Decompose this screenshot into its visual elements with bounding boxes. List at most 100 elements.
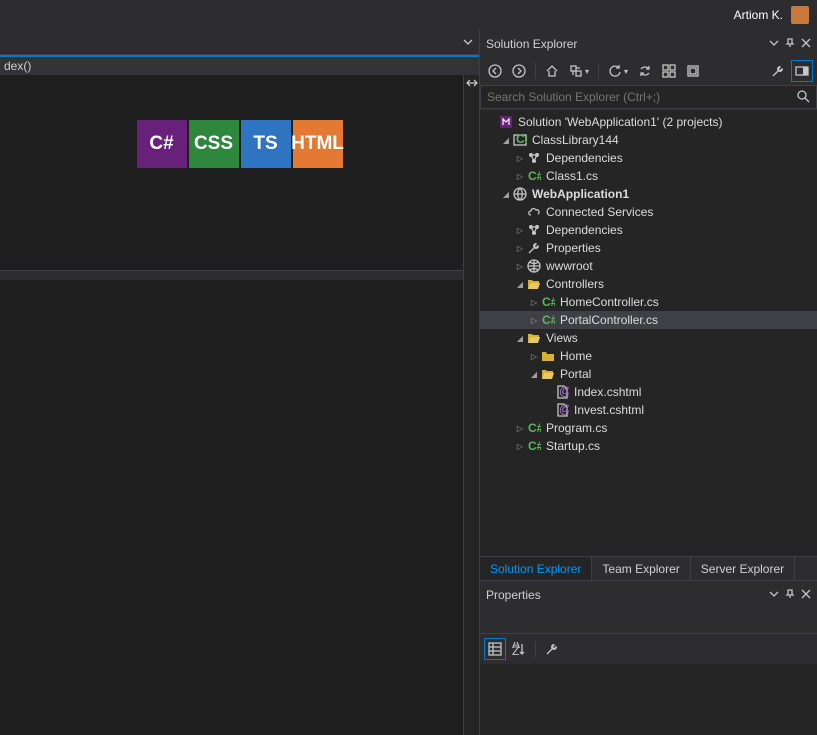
avatar[interactable] bbox=[791, 6, 809, 24]
expand-icon[interactable] bbox=[514, 441, 526, 452]
node-portalcontroller[interactable]: PortalController.cs bbox=[480, 311, 817, 329]
globe-icon bbox=[526, 258, 542, 274]
properties-body bbox=[480, 664, 817, 735]
csproj-icon bbox=[512, 132, 528, 148]
folder-icon bbox=[540, 348, 556, 364]
show-all-files-button[interactable] bbox=[682, 60, 704, 82]
property-pages-button[interactable] bbox=[541, 638, 563, 660]
scope-dropdown-icon[interactable]: ▾ bbox=[585, 67, 589, 76]
panel-position-dropdown-icon[interactable] bbox=[769, 37, 779, 51]
language-tiles: C# CSS TS HTML bbox=[137, 120, 343, 168]
categorized-button[interactable] bbox=[484, 638, 506, 660]
properties-toolbar bbox=[480, 634, 817, 664]
node-properties[interactable]: Properties bbox=[480, 239, 817, 257]
scope-button[interactable] bbox=[565, 60, 587, 82]
pin-icon[interactable] bbox=[785, 588, 795, 602]
back-button[interactable] bbox=[484, 60, 506, 82]
node-views-portal[interactable]: Portal bbox=[480, 365, 817, 383]
forward-button[interactable] bbox=[508, 60, 530, 82]
expand-icon[interactable] bbox=[528, 369, 540, 380]
pin-icon[interactable] bbox=[785, 37, 795, 51]
preview-selected-button[interactable] bbox=[791, 60, 813, 82]
tab-solution-explorer[interactable]: Solution Explorer bbox=[480, 557, 592, 580]
home-button[interactable] bbox=[541, 60, 563, 82]
node-connected-services[interactable]: Connected Services bbox=[480, 203, 817, 221]
wrench-icon bbox=[526, 240, 542, 256]
expand-icon[interactable] bbox=[500, 189, 512, 200]
properties-object-strip[interactable] bbox=[480, 608, 817, 634]
cs-file-icon bbox=[540, 294, 556, 310]
expand-icon[interactable] bbox=[514, 243, 526, 254]
node-program[interactable]: Program.cs bbox=[480, 419, 817, 437]
node-invest-cshtml[interactable]: Invest.cshtml bbox=[480, 401, 817, 419]
expand-icon[interactable] bbox=[514, 423, 526, 434]
expand-icon[interactable] bbox=[528, 315, 540, 326]
solution-explorer-tree[interactable]: Solution 'WebApplication1' (2 projects) … bbox=[480, 111, 817, 556]
expand-icon[interactable] bbox=[528, 351, 540, 362]
tab-server-explorer[interactable]: Server Explorer bbox=[691, 557, 795, 580]
node-controllers[interactable]: Controllers bbox=[480, 275, 817, 293]
solution-explorer-search[interactable] bbox=[480, 85, 817, 109]
webproj-icon bbox=[512, 186, 528, 202]
node-classlibrary[interactable]: ClassLibrary144 bbox=[480, 131, 817, 149]
expand-icon[interactable] bbox=[514, 153, 526, 164]
split-handle-icon[interactable] bbox=[464, 75, 479, 91]
connected-services-icon bbox=[526, 204, 542, 220]
solution-icon bbox=[498, 114, 514, 130]
node-homecontroller[interactable]: HomeController.cs bbox=[480, 293, 817, 311]
editor-splitter[interactable] bbox=[0, 270, 463, 280]
node-solution[interactable]: Solution 'WebApplication1' (2 projects) bbox=[480, 113, 817, 131]
refresh-button[interactable] bbox=[604, 60, 626, 82]
alphabetical-button[interactable] bbox=[508, 638, 530, 660]
close-icon[interactable] bbox=[801, 588, 811, 602]
cshtml-file-icon bbox=[554, 384, 570, 400]
tile-html: HTML bbox=[293, 120, 343, 168]
search-icon[interactable] bbox=[796, 89, 810, 106]
cs-file-icon bbox=[526, 420, 542, 436]
expand-icon[interactable] bbox=[514, 333, 526, 344]
properties-title: Properties bbox=[486, 588, 541, 602]
collapse-all-button[interactable] bbox=[658, 60, 680, 82]
close-icon[interactable] bbox=[801, 37, 811, 51]
expand-icon[interactable] bbox=[500, 135, 512, 146]
node-views[interactable]: Views bbox=[480, 329, 817, 347]
search-input[interactable] bbox=[487, 90, 796, 104]
cs-file-icon bbox=[540, 312, 556, 328]
node-class1[interactable]: Class1.cs bbox=[480, 167, 817, 185]
node-views-home[interactable]: Home bbox=[480, 347, 817, 365]
expand-icon[interactable] bbox=[528, 297, 540, 308]
node-lib-dependencies[interactable]: Dependencies bbox=[480, 149, 817, 167]
sync-button[interactable] bbox=[634, 60, 656, 82]
editor-body[interactable]: C# CSS TS HTML bbox=[0, 75, 479, 735]
properties-title-bar: Properties bbox=[480, 581, 817, 608]
folder-open-icon bbox=[526, 330, 542, 346]
expand-icon[interactable] bbox=[514, 225, 526, 236]
editor-breadcrumb-bar[interactable]: dex() bbox=[0, 55, 479, 75]
solution-explorer-title-bar: Solution Explorer bbox=[480, 30, 817, 57]
properties-button[interactable] bbox=[767, 60, 789, 82]
cs-file-icon bbox=[526, 438, 542, 454]
node-webapplication[interactable]: WebApplication1 bbox=[480, 185, 817, 203]
cshtml-file-icon bbox=[554, 402, 570, 418]
solution-explorer-tabs: Solution Explorer Team Explorer Server E… bbox=[480, 556, 817, 580]
expand-icon[interactable] bbox=[514, 171, 526, 182]
node-index-cshtml[interactable]: Index.cshtml bbox=[480, 383, 817, 401]
refresh-dropdown-icon[interactable]: ▾ bbox=[624, 67, 628, 76]
node-wwwroot[interactable]: wwwroot bbox=[480, 257, 817, 275]
tab-overflow-dropdown[interactable] bbox=[463, 36, 473, 50]
editor-right-gutter bbox=[463, 75, 479, 735]
expand-icon[interactable] bbox=[514, 261, 526, 272]
tile-ts: TS bbox=[241, 120, 291, 168]
tab-team-explorer[interactable]: Team Explorer bbox=[592, 557, 690, 580]
folder-open-icon bbox=[526, 276, 542, 292]
panel-position-dropdown-icon[interactable] bbox=[769, 588, 779, 602]
solution-explorer-toolbar: ▾ ▾ bbox=[480, 57, 817, 85]
node-app-dependencies[interactable]: Dependencies bbox=[480, 221, 817, 239]
user-name: Artiom K. bbox=[734, 8, 783, 22]
dependencies-icon bbox=[526, 222, 542, 238]
expand-icon[interactable] bbox=[514, 279, 526, 290]
folder-open-icon bbox=[540, 366, 556, 382]
node-startup[interactable]: Startup.cs bbox=[480, 437, 817, 455]
dependencies-icon bbox=[526, 150, 542, 166]
breadcrumb-text: dex() bbox=[4, 59, 31, 73]
